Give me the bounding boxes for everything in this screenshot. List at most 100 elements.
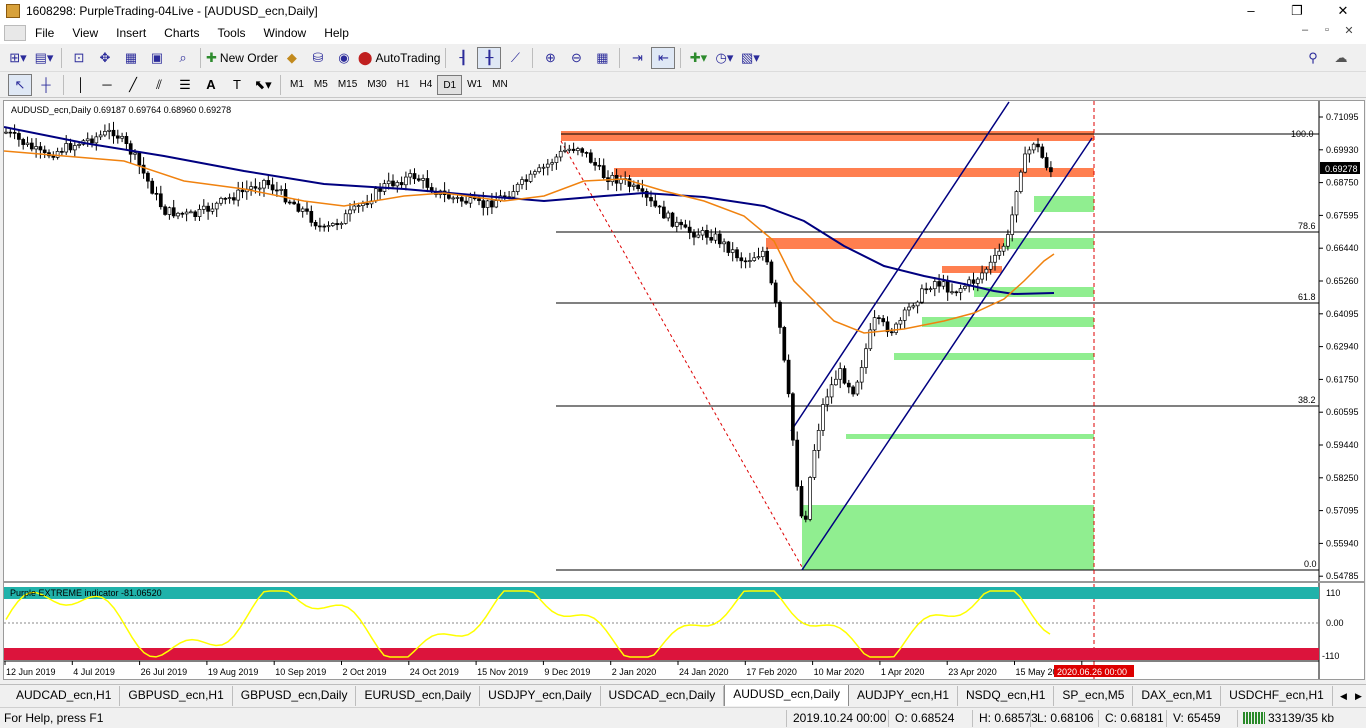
menu-insert[interactable]: Insert	[107, 22, 155, 44]
market-watch-icon[interactable]: ⊡	[67, 47, 91, 69]
strategy-tester-icon[interactable]: ⌕	[171, 47, 195, 69]
price-label: 0.60595	[1326, 407, 1359, 417]
chart-canvas[interactable]: AUDUSD_ecn,Daily 0.69187 0.69764 0.68960…	[4, 101, 1364, 679]
date-label: 19 Aug 2019	[208, 667, 259, 677]
bull-candle	[330, 223, 335, 226]
metaeditor-icon[interactable]: ◉	[332, 47, 356, 69]
mdi-minimize-button[interactable]: –	[1294, 24, 1316, 37]
bear-candle	[924, 288, 929, 291]
restore-button[interactable]: ❐	[1274, 0, 1320, 22]
timeframe-h1[interactable]: H1	[392, 75, 415, 95]
timeframe-m15[interactable]: M15	[333, 75, 362, 95]
chart-tab[interactable]: AUDUSD_ecn,Daily	[724, 685, 849, 706]
zoom-out-icon[interactable]: ⊖	[564, 47, 588, 69]
bear-candle	[782, 327, 787, 361]
bar-chart-icon[interactable]: ┨	[451, 47, 475, 69]
bull-candle	[631, 184, 636, 187]
bull-candle	[451, 197, 456, 200]
menu-view[interactable]: View	[63, 22, 107, 44]
chart-tab[interactable]: GBPUSD_ecn,H1	[120, 686, 233, 706]
fib-base-line[interactable]	[560, 140, 803, 568]
text-label-icon[interactable]: T	[225, 74, 249, 96]
separator	[61, 47, 62, 68]
bull-candle	[25, 142, 30, 145]
zoom-in-icon[interactable]: ⊕	[538, 47, 562, 69]
menu-file[interactable]: File	[26, 22, 63, 44]
terminal-icon[interactable]: ▣	[145, 47, 169, 69]
mdi-close-button[interactable]: ✕	[1338, 24, 1360, 37]
menu-window[interactable]: Window	[255, 22, 316, 44]
timeframe-m1[interactable]: M1	[285, 75, 309, 95]
menu-help[interactable]: Help	[315, 22, 358, 44]
document-icon[interactable]	[4, 25, 26, 41]
market-icon[interactable]: ◆	[280, 47, 304, 69]
chart-shift-icon[interactable]: ⇤	[651, 46, 676, 69]
chart-tab[interactable]: USDCHF_ecn,H1	[1221, 686, 1333, 706]
data-window-icon[interactable]: ✥	[93, 47, 117, 69]
templates-icon[interactable]: ▧▾	[738, 47, 762, 69]
price-label: 0.65260	[1326, 276, 1359, 286]
chart-tab[interactable]: EURUSD_ecn,Daily	[356, 686, 481, 706]
tile-windows-icon[interactable]: ▦	[590, 47, 614, 69]
text-icon[interactable]: A	[199, 74, 223, 96]
chart-tab[interactable]: AUDCAD_ecn,H1	[8, 686, 121, 706]
scroll-left-icon[interactable]: ◀	[1336, 685, 1351, 706]
close-button[interactable]: ✕	[1320, 0, 1366, 22]
equidistant-channel-icon[interactable]: ⫽	[147, 74, 171, 96]
chart-tab[interactable]: GBPUSD_ecn,Daily	[233, 686, 357, 706]
chart-tab[interactable]: DAX_ecn,M1	[1133, 686, 1222, 706]
periods-icon[interactable]: ◷▾	[712, 47, 736, 69]
timeframe-mn[interactable]: MN	[487, 75, 513, 95]
new-chart-icon[interactable]: ⊞▾	[6, 47, 30, 69]
search-icon[interactable]: ⚲	[1301, 47, 1325, 69]
mdi-restore-button[interactable]: ▫	[1316, 24, 1338, 37]
bull-candle	[85, 138, 90, 142]
cursor-icon[interactable]: ↖	[8, 73, 32, 96]
price-label: 0.57095	[1326, 506, 1359, 516]
bear-candle	[786, 359, 791, 395]
bull-candle	[872, 317, 877, 331]
bull-candle	[515, 183, 520, 192]
indicators-icon[interactable]: ✚▾	[686, 47, 710, 69]
menu-charts[interactable]: Charts	[155, 22, 208, 44]
chart-window[interactable]: AUDUSD_ecn,Daily 0.69187 0.69764 0.68960…	[3, 100, 1365, 680]
timeframe-h4[interactable]: H4	[415, 75, 438, 95]
chart-tab[interactable]: AUDJPY_ecn,H1	[849, 686, 958, 706]
signals-icon[interactable]: ⛁	[306, 47, 330, 69]
bear-candle	[412, 173, 417, 180]
timeframe-m5[interactable]: M5	[309, 75, 333, 95]
date-highlight-label: 2020.06.26 00:00	[1057, 667, 1127, 677]
minimize-button[interactable]: –	[1228, 0, 1274, 22]
auto-scroll-icon[interactable]: ⇥	[625, 47, 649, 69]
menu-tools[interactable]: Tools	[209, 22, 255, 44]
crosshair-icon[interactable]: ┼	[34, 74, 58, 96]
bull-candle	[988, 261, 993, 270]
bear-candle	[945, 281, 950, 293]
chart-tab[interactable]: USDCAD_ecn,Daily	[601, 686, 725, 706]
chart-tab[interactable]: NSDQ_ecn,H1	[958, 686, 1055, 706]
profiles-icon[interactable]: ▤▾	[32, 47, 56, 69]
bull-candle	[980, 272, 984, 280]
chart-tab[interactable]: USDJPY_ecn,Daily	[480, 686, 601, 706]
scroll-right-icon[interactable]: ▶	[1351, 685, 1366, 706]
bull-candle	[236, 189, 241, 201]
line-chart-icon[interactable]: ⟋	[503, 47, 527, 69]
timeframe-d1[interactable]: D1	[437, 74, 463, 95]
chat-icon[interactable]: ☁	[1329, 47, 1353, 69]
bull-candle	[1014, 191, 1019, 216]
horizontal-line-icon[interactable]: ─	[95, 74, 119, 96]
chart-tab[interactable]: SP_ecn,M5	[1054, 686, 1134, 706]
new-order-button[interactable]: ✚ New Order	[206, 47, 278, 69]
fibonacci-icon[interactable]: ☰	[173, 74, 197, 96]
bull-candle	[64, 143, 69, 153]
navigator-icon[interactable]: ▦	[119, 47, 143, 69]
trendline-icon[interactable]: ╱	[121, 74, 145, 96]
bear-candle	[12, 132, 17, 134]
timeframe-m30[interactable]: M30	[362, 75, 391, 95]
autotrading-button[interactable]: ⬤ AutoTrading	[358, 47, 441, 69]
bear-candle	[232, 197, 236, 201]
candlestick-icon[interactable]: ╂	[477, 46, 502, 69]
arrows-icon[interactable]: ⬉▾	[251, 74, 275, 96]
timeframe-w1[interactable]: W1	[462, 75, 487, 95]
vertical-line-icon[interactable]: │	[69, 74, 93, 96]
